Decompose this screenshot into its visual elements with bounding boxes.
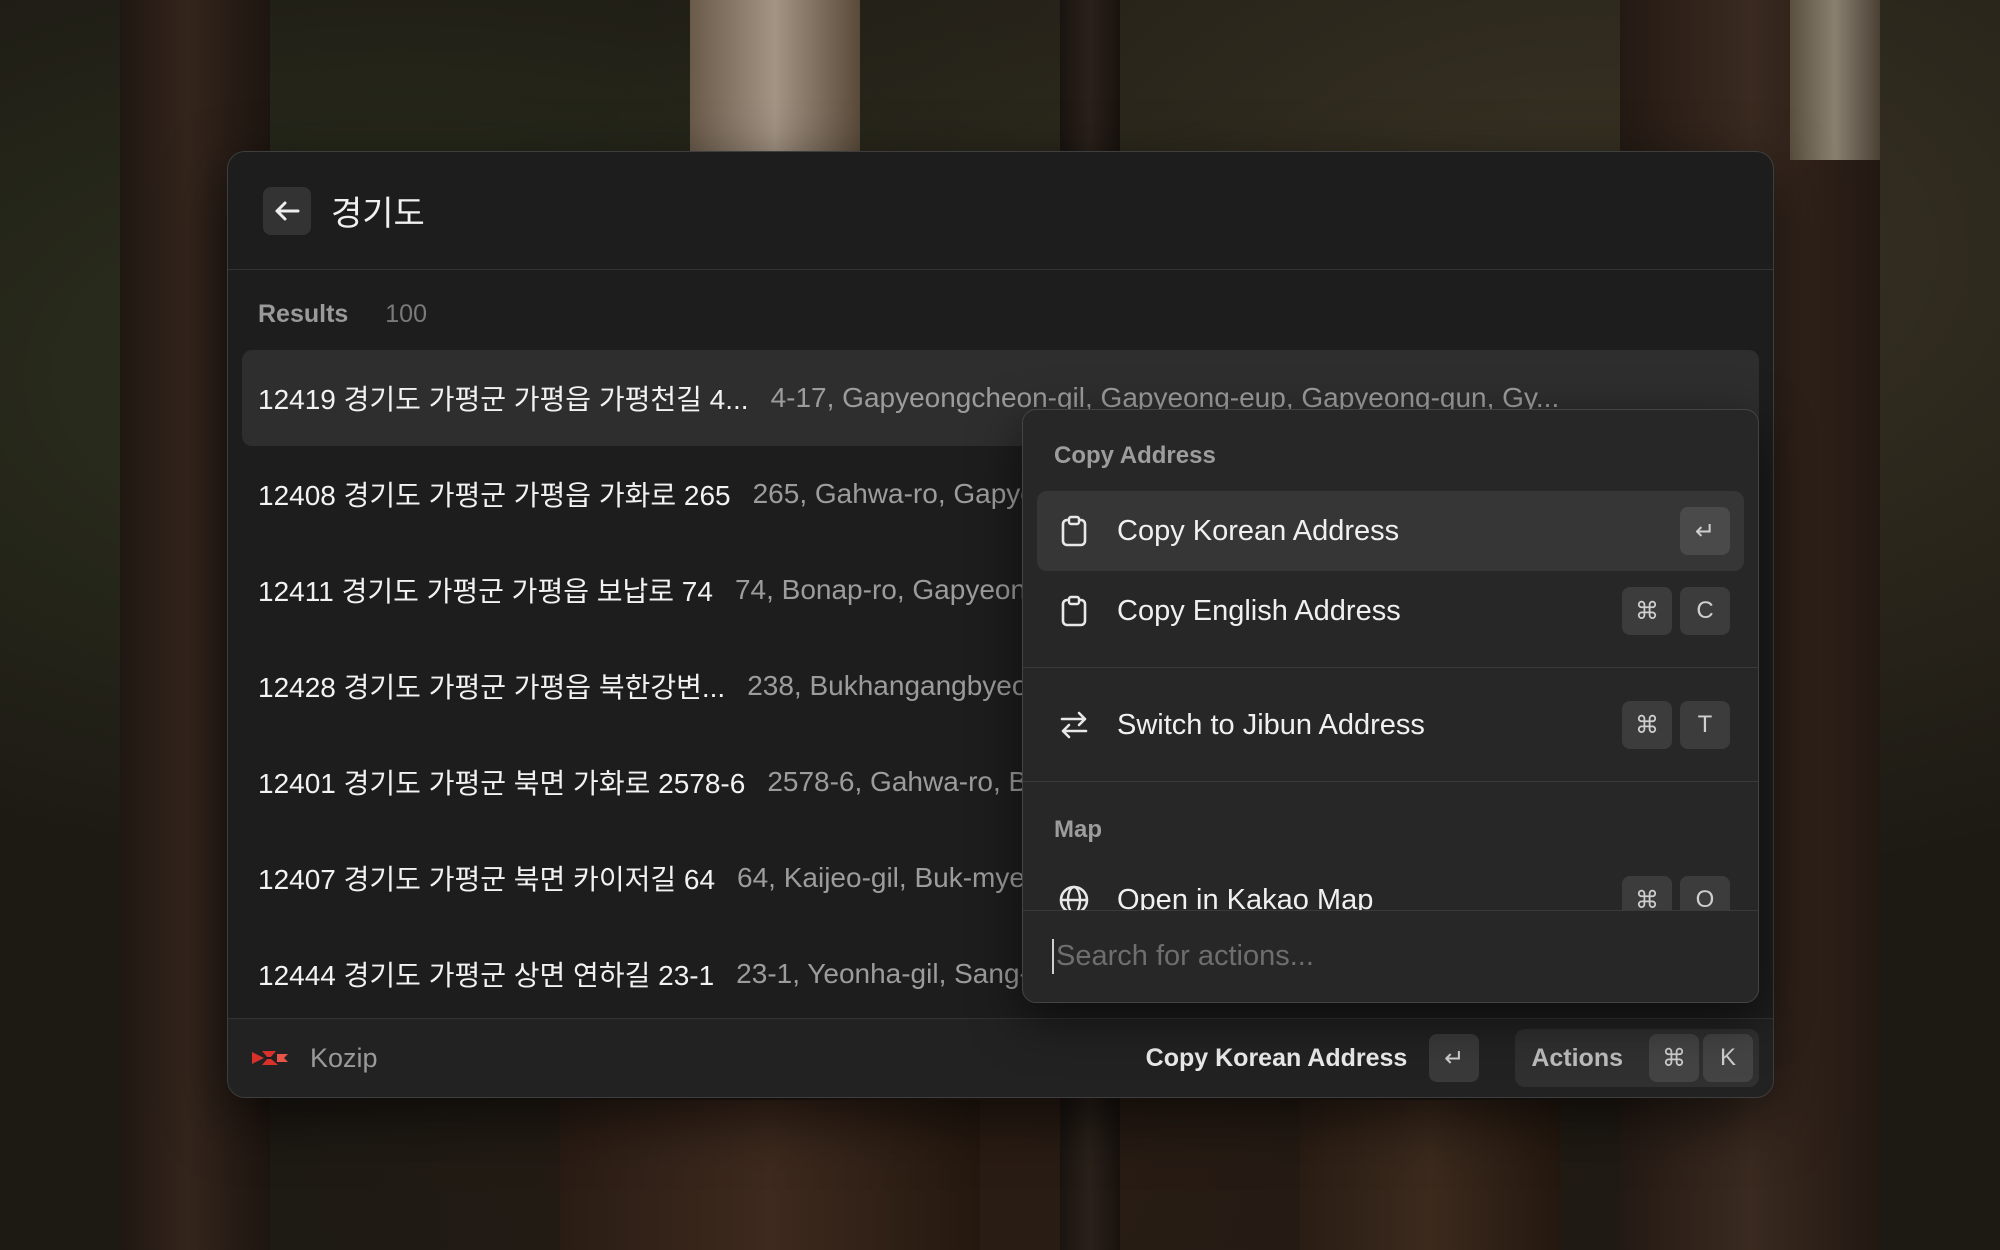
actions-search-bar [1023,910,1758,1002]
list-item-title: 12419 경기도 가평군 가평읍 가평천길 4... [258,384,749,415]
command-key-icon: ⌘ [1622,701,1672,749]
enter-key-icon: ↵ [1680,507,1730,555]
background-tree [690,0,860,160]
results-count: 100 [385,300,427,328]
switch-to-jibun-address-action[interactable]: Switch to Jibun Address ⌘ T [1037,685,1744,765]
list-item-title: 12444 경기도 가평군 상면 연하길 23-1 [258,960,715,991]
background-tree [1790,0,1880,160]
clipboard-icon [1057,594,1091,628]
actions-list: Copy Address Copy Korean Address ↵ Copy … [1023,410,1758,910]
page-title: 경기도 [331,195,425,233]
divider [1023,781,1758,782]
section-title-copy-address: Copy Address [1054,442,1216,469]
list-item-title: 12411 경기도 가평군 가평읍 보납로 74 [258,576,713,607]
actions-search-input[interactable] [1052,939,1708,974]
copy-korean-address-action[interactable]: Copy Korean Address ↵ [1037,491,1744,571]
command-key-icon: ⌘ [1622,876,1672,910]
app-name: Kozip [310,1042,378,1073]
results-header: Results 100 [258,300,427,329]
k-key: K [1703,1034,1753,1082]
header: 경기도 [228,152,1773,270]
actions-popover: Copy Address Copy Korean Address ↵ Copy … [1022,409,1759,1003]
globe-icon [1057,883,1091,910]
results-label: Results [258,300,349,328]
list-item-title: 12407 경기도 가평군 북면 카이저길 64 [258,864,716,895]
background-tree [560,1100,980,1250]
list-item-title: 12428 경기도 가평군 가평읍 북한강변... [258,672,726,703]
action-label: Open in Kakao Map [1117,883,1374,911]
action-label: Switch to Jibun Address [1117,708,1425,741]
actions-label: Actions [1531,1043,1623,1072]
action-label: Copy English Address [1117,594,1401,627]
o-key: O [1680,876,1730,910]
divider [1023,667,1758,668]
copy-english-address-action[interactable]: Copy English Address ⌘ C [1037,571,1744,651]
footer-bar: Kozip Copy Korean Address ↵ Actions ⌘ K [228,1018,1773,1097]
list-item-title: 12408 경기도 가평군 가평읍 가화로 265 [258,480,731,511]
primary-action-button[interactable]: Copy Korean Address [1146,1044,1408,1073]
command-key-icon: ⌘ [1622,587,1672,635]
back-button[interactable] [263,186,311,235]
command-key-icon: ⌘ [1649,1034,1699,1082]
swap-arrows-icon [1057,708,1091,742]
enter-key-icon: ↵ [1429,1034,1480,1082]
actions-button[interactable]: Actions ⌘ K [1515,1029,1759,1087]
c-key: C [1680,587,1730,635]
open-in-kakao-map-action[interactable]: Open in Kakao Map ⌘ O [1037,860,1744,910]
action-label: Copy Korean Address [1117,514,1400,547]
arrow-left-icon [275,201,300,220]
section-title-map: Map [1054,816,1102,843]
t-key: T [1680,701,1730,749]
list-item-title: 12401 경기도 가평군 북면 가화로 2578-6 [258,768,746,799]
kozip-logo-icon [250,1048,290,1068]
clipboard-icon [1057,514,1091,548]
background-tree [1300,1100,1560,1250]
